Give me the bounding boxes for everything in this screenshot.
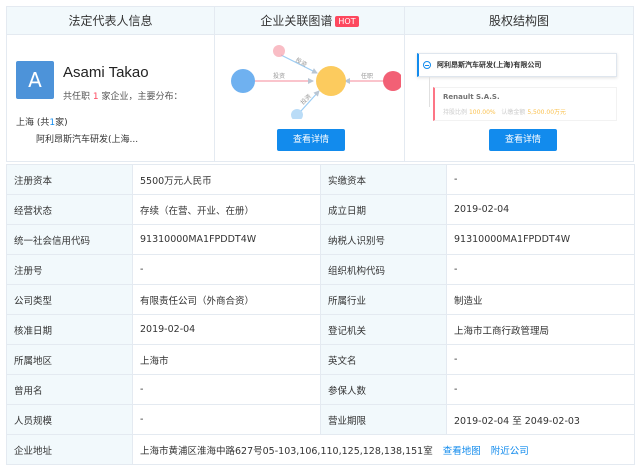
field-label: 所属行业 [320,284,447,315]
table-row: 注册资本 5500万元人民币 实缴资本 - [6,164,635,195]
table-row: 企业地址 上海市黄浦区淮海中路627号05-103,106,110,125,12… [6,434,635,465]
legal-rep-name[interactable]: Asami Takao [63,64,149,81]
ratio-label: 持股比例 [443,109,468,116]
amount-value: 5,500.00万元 [527,109,567,116]
summary-panels: 法定代表人信息 A Asami Takao 共任职 1 家企业，主要分布： 上海… [6,6,634,162]
edge-label-invest-bottom: 投资 [299,92,313,106]
field-label: 成立日期 [320,194,447,225]
avatar[interactable]: A [16,61,54,99]
address-value: 上海市黄浦区淮海中路627号05-103,106,110,125,128,138… [132,434,635,465]
field-label: 所属地区 [6,344,133,375]
field-label: 英文名 [320,344,447,375]
table-row: 核准日期 2019-02-04 登记机关 上海市工商行政管理局 [6,314,635,345]
legal-rep-panel: 法定代表人信息 A Asami Takao 共任职 1 家企业，主要分布： 上海… [7,7,215,161]
field-value: - [132,254,321,285]
field-label: 注册资本 [6,164,133,195]
relation-graph-panel: 企业关联图谱 HOT 投资 任职 投资 投资 查看详情 [215,7,405,161]
location-summary: 上海 (共1家) [16,115,68,128]
field-value: 上海市 [132,344,321,375]
table-row: 人员规模 - 营业期限 2019-02-04 至 2049-02-03 [6,404,635,435]
shareholder-detail: 持股比例 100.00% 认缴金额 5,500.00万元 [443,107,566,116]
edge-label-role: 任职 [361,72,373,80]
equity-company-name: 阿利昂斯汽车研发(上海)有限公司 [437,61,542,69]
table-row: 曾用名 - 参保人数 - [6,374,635,405]
field-label: 注册号 [6,254,133,285]
field-label: 纳税人识别号 [320,224,447,255]
summary-prefix: 共任职 [63,92,91,102]
table-row: 所属地区 上海市 英文名 - [6,344,635,375]
field-value: - [446,254,635,285]
edge-label-invest: 投资 [273,72,285,80]
field-label: 核准日期 [6,314,133,345]
relation-graph-thumbnail[interactable]: 投资 任职 投资 投资 [221,39,401,119]
business-info-table: 注册资本 5500万元人民币 实缴资本 - 经营状态 存续（在营、开业、在册） 成立日期 20… [6,164,635,465]
related-company-link[interactable]: 阿利昂斯汽车研发(上海... [36,132,138,145]
field-label: 人员规模 [6,404,133,435]
field-value: - [446,164,635,195]
equity-shareholder-node[interactable]: Renault S.A.S. 持股比例 100.00% 认缴金额 5,500.0… [433,87,617,121]
field-value: - [132,404,321,435]
collapse-icon[interactable] [423,61,431,69]
summary-count: 1 [92,92,99,102]
hot-badge: HOT [335,16,359,27]
equity-company-node[interactable]: 阿利昂斯汽车研发(上海)有限公司 [417,53,617,77]
location-paren-open: (共 [36,118,50,128]
table-row: 统一社会信用代码 91310000MA1FPDDT4W 纳税人识别号 91310000… [6,224,635,255]
address-text: 上海市黄浦区淮海中路627号05-103,106,110,125,128,138… [140,445,433,457]
field-value: - [446,344,635,375]
field-value: 91310000MA1FPDDT4W [132,224,321,255]
field-value: 91310000MA1FPDDT4W [446,224,635,255]
nearby-companies-link[interactable]: 附近公司 [491,446,529,457]
field-label: 登记机关 [320,314,447,345]
relation-graph-header: 企业关联图谱 HOT [215,7,404,35]
location-paren-close: 家) [55,118,68,128]
field-value: 制造业 [446,284,635,315]
view-map-link[interactable]: 查看地图 [443,446,481,457]
graph-node-left [231,69,255,93]
field-label: 营业期限 [320,404,447,435]
equity-header: 股权结构图 [405,7,633,35]
field-value: 5500万元人民币 [132,164,321,195]
field-label: 公司类型 [6,284,133,315]
field-label: 参保人数 [320,374,447,405]
amount-label: 认缴金额 [501,109,526,116]
view-equity-button[interactable]: 查看详情 [489,129,557,151]
field-value: 有限责任公司（外商合资） [132,284,321,315]
view-graph-button[interactable]: 查看详情 [277,129,345,151]
equity-panel: 股权结构图 阿利昂斯汽车研发(上海)有限公司 Renault S.A.S. 持股… [405,7,633,161]
field-label: 统一社会信用代码 [6,224,133,255]
field-value: 2019-02-04 [446,194,635,225]
relation-graph-title: 企业关联图谱 [260,14,333,28]
field-label: 曾用名 [6,374,133,405]
ratio-value: 100.00% [468,109,496,116]
field-label: 实缴资本 [320,164,447,195]
summary-suffix: 家企业，主要分布： [101,92,183,102]
field-value: 上海市工商行政管理局 [446,314,635,345]
field-value: 2019-02-04 [132,314,321,345]
legal-rep-summary: 共任职 1 家企业，主要分布： [63,89,183,102]
table-row: 注册号 - 组织机构代码 - [6,254,635,285]
field-value: - [446,374,635,405]
legal-rep-header: 法定代表人信息 [7,7,214,35]
field-label: 组织机构代码 [320,254,447,285]
edge-label-invest-top: 投资 [294,56,308,69]
field-value: 2019-02-04 至 2049-02-03 [446,404,635,435]
graph-node-center [316,66,346,96]
field-value: - [132,374,321,405]
field-label: 经营状态 [6,194,133,225]
table-row: 经营状态 存续（在营、开业、在册） 成立日期 2019-02-04 [6,194,635,225]
address-label: 企业地址 [6,434,133,465]
field-value: 存续（在营、开业、在册） [132,194,321,225]
equity-connector [429,77,430,107]
location-name: 上海 [16,118,35,128]
graph-node-top [273,45,285,57]
graph-node-right [383,71,401,91]
shareholder-name: Renault S.A.S. [443,93,500,101]
table-row: 公司类型 有限责任公司（外商合资） 所属行业 制造业 [6,284,635,315]
